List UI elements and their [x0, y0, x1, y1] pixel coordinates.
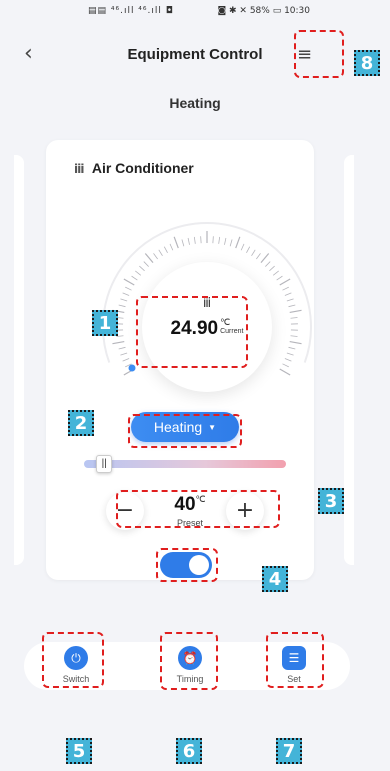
annotation-badge-8: 8: [354, 50, 380, 76]
dial-tick: [279, 278, 291, 286]
dial-tick: [181, 239, 185, 247]
dial-tick: [193, 236, 196, 244]
annotation-box-6: [160, 632, 218, 690]
dial-tick: [112, 340, 125, 345]
dial-tick: [276, 275, 283, 281]
dial-tick: [118, 304, 126, 308]
annotation-box-5: [42, 632, 104, 688]
dial-tick: [224, 237, 227, 245]
dial-tick: [139, 265, 145, 272]
dial-tick: [265, 261, 271, 267]
annotation-box-1: [136, 296, 248, 368]
dial-tick: [286, 352, 294, 356]
dial-tick: [125, 286, 132, 291]
dial-tick: [282, 363, 289, 368]
annotation-badge-4: 4: [262, 566, 288, 592]
dial-tick: [289, 309, 302, 314]
dial-tick: [286, 298, 294, 302]
dial-tick: [122, 292, 130, 296]
dial-tick: [118, 346, 126, 350]
dial-tick: [288, 346, 296, 350]
annotation-badge-1: 1: [92, 310, 118, 336]
dial-tick: [284, 292, 292, 296]
dial-tick: [229, 239, 233, 247]
dial-tick: [153, 253, 158, 260]
dial-tick: [143, 261, 149, 267]
dial-tick: [284, 358, 292, 362]
dial-tick: [272, 270, 279, 276]
annotation-box-3: [116, 490, 280, 528]
dial-tick: [269, 265, 275, 272]
annotation-box-8: [294, 30, 344, 78]
dial-tick: [131, 275, 138, 281]
dial-tick: [235, 236, 241, 249]
annotation-box-4: [156, 548, 218, 582]
dial-tick: [289, 340, 302, 345]
dial-tick: [173, 236, 179, 249]
dial-tick: [122, 358, 130, 362]
dial-tick: [169, 243, 174, 251]
dial-tick: [288, 304, 296, 308]
annotation-badge-6: 6: [176, 738, 202, 764]
dial-tick: [123, 278, 135, 286]
dial-tick: [163, 246, 168, 254]
dial-tick: [290, 317, 298, 319]
annotation-box-7: [266, 632, 324, 688]
annotation-badge-2: 2: [68, 410, 94, 436]
temperature-slider[interactable]: [84, 460, 286, 468]
annotation-badge-5: 5: [66, 738, 92, 764]
dial-tick: [218, 236, 221, 244]
dial-tick: [158, 249, 163, 256]
dial-tick: [187, 237, 190, 245]
dial-tick: [251, 249, 256, 256]
dial-tick: [290, 335, 298, 337]
dial-tick: [246, 246, 251, 254]
annotation-box-2: [128, 414, 242, 448]
dial-tick: [144, 253, 154, 264]
annotation-badge-3: 3: [318, 488, 344, 514]
dial-tick: [135, 270, 142, 276]
dial-tick: [282, 286, 289, 291]
dial-position-dot: [128, 364, 136, 372]
dial-tick: [260, 253, 270, 264]
dial-tick: [120, 298, 128, 302]
dial-tick: [120, 352, 128, 356]
slider-thumb[interactable]: ||: [96, 455, 113, 473]
annotation-badge-7: 7: [276, 738, 302, 764]
dial-tick: [240, 243, 245, 251]
dial-tick: [256, 253, 261, 260]
dial-tick: [279, 368, 291, 376]
